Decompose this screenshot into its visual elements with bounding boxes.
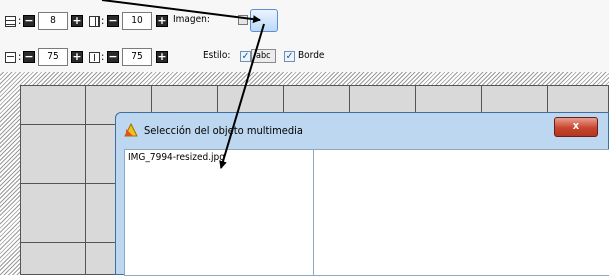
arrow-annotation xyxy=(101,0,265,169)
